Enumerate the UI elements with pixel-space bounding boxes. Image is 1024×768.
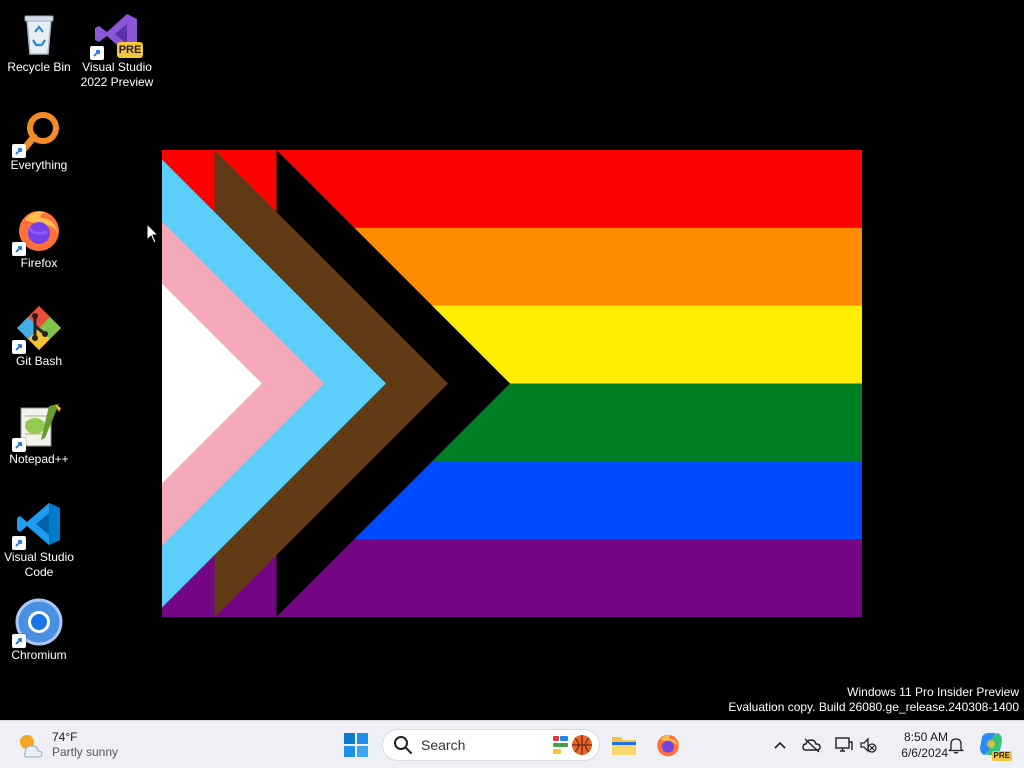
desktop-icon-chromium[interactable]: Chromium — [0, 592, 78, 663]
chromium-icon — [12, 598, 63, 648]
tray-onedrive[interactable] — [800, 733, 824, 757]
shortcut-arrow-icon — [12, 438, 26, 452]
weather-partly-sunny-icon — [20, 735, 43, 758]
onedrive-offline-icon — [802, 738, 821, 753]
bell-icon — [948, 738, 964, 754]
desktop-icon-notepad-plus-plus[interactable]: Notepad++ — [0, 396, 78, 467]
taskbar-firefox[interactable] — [650, 727, 686, 763]
copilot-button[interactable]: PRE — [974, 727, 1012, 763]
notification-center-button[interactable] — [944, 733, 968, 757]
shortcut-arrow-icon — [12, 340, 26, 354]
taskbar-search-box[interactable]: Search — [382, 729, 600, 761]
weather-temperature: 74°F — [52, 730, 78, 744]
taskbar-clock[interactable]: 8:50 AM 6/6/2024 — [886, 729, 948, 761]
preview-badge: PRE — [117, 42, 143, 58]
clock-date: 6/6/2024 — [901, 746, 948, 760]
desktop-icon-label: Notepad++ — [9, 452, 69, 466]
tray-network[interactable] — [832, 733, 856, 757]
search-placeholder: Search — [421, 737, 466, 753]
desktop-icon-label: Chromium — [11, 648, 67, 662]
mouse-cursor-icon — [146, 223, 160, 244]
desktop-icon-recycle-bin[interactable]: Recycle Bin — [0, 4, 78, 75]
desktop-icon-everything[interactable]: Everything — [0, 102, 78, 173]
shortcut-arrow-icon — [12, 144, 26, 158]
desktop-icon-label: Everything — [10, 158, 68, 172]
shortcut-arrow-icon — [12, 536, 26, 550]
shortcut-arrow-icon — [12, 634, 26, 648]
desktop-icon-git-bash[interactable]: Git Bash — [0, 298, 78, 369]
everything-search-icon — [12, 108, 63, 158]
clock-time: 8:50 AM — [903, 730, 948, 744]
tray-volume[interactable] — [856, 733, 880, 757]
recycle-bin-icon — [15, 10, 63, 58]
desktop-icon-label: Firefox — [20, 256, 58, 270]
desktop-icon-label: Recycle Bin — [7, 60, 71, 74]
weather-widget[interactable]: 74°F Partly sunny — [16, 727, 118, 763]
shortcut-arrow-icon — [12, 242, 26, 256]
widgets-basketball-icon — [551, 733, 593, 757]
copilot-preview-badge: PRE — [991, 751, 1012, 761]
progress-pride-flag-wallpaper — [162, 150, 862, 617]
git-bash-icon — [12, 304, 63, 354]
start-button[interactable] — [338, 727, 374, 763]
desktop-icon-label: Git Bash — [15, 354, 63, 368]
windows-start-icon — [344, 733, 368, 757]
chevron-up-icon — [774, 741, 786, 749]
desktop-icon-visual-studio-2022-preview[interactable]: PRE Visual Studio 2022 Preview — [78, 4, 156, 90]
notepad-plus-plus-icon — [12, 402, 63, 452]
weather-condition: Partly sunny — [52, 745, 119, 759]
vscode-icon — [12, 500, 63, 550]
desktop-icon-firefox[interactable]: Firefox — [0, 200, 78, 271]
taskbar: 74°F Partly sunny Search 8:50 AM 6/6/202… — [0, 720, 1024, 768]
folder-icon — [612, 737, 636, 755]
firefox-icon — [657, 734, 679, 757]
desktop-icon-label: Visual Studio Code — [4, 550, 74, 579]
shortcut-arrow-icon — [90, 46, 104, 60]
volume-muted-icon — [860, 737, 877, 753]
network-icon — [835, 737, 853, 752]
firefox-icon — [12, 206, 63, 256]
windows-evaluation-watermark: Windows 11 Pro Insider Preview Evaluatio… — [728, 685, 1019, 714]
desktop-icon-label: Visual Studio 2022 Preview — [80, 60, 154, 89]
search-icon — [394, 736, 412, 754]
show-hidden-icons-button[interactable] — [768, 733, 792, 757]
desktop-icon-visual-studio-code[interactable]: Visual Studio Code — [0, 494, 78, 580]
copilot-icon: PRE — [978, 731, 1012, 761]
desktop[interactable]: Recycle Bin PRE Visual Studio 2022 Previ… — [0, 0, 1024, 720]
taskbar-file-explorer[interactable] — [606, 727, 642, 763]
visual-studio-icon: PRE — [90, 10, 143, 60]
